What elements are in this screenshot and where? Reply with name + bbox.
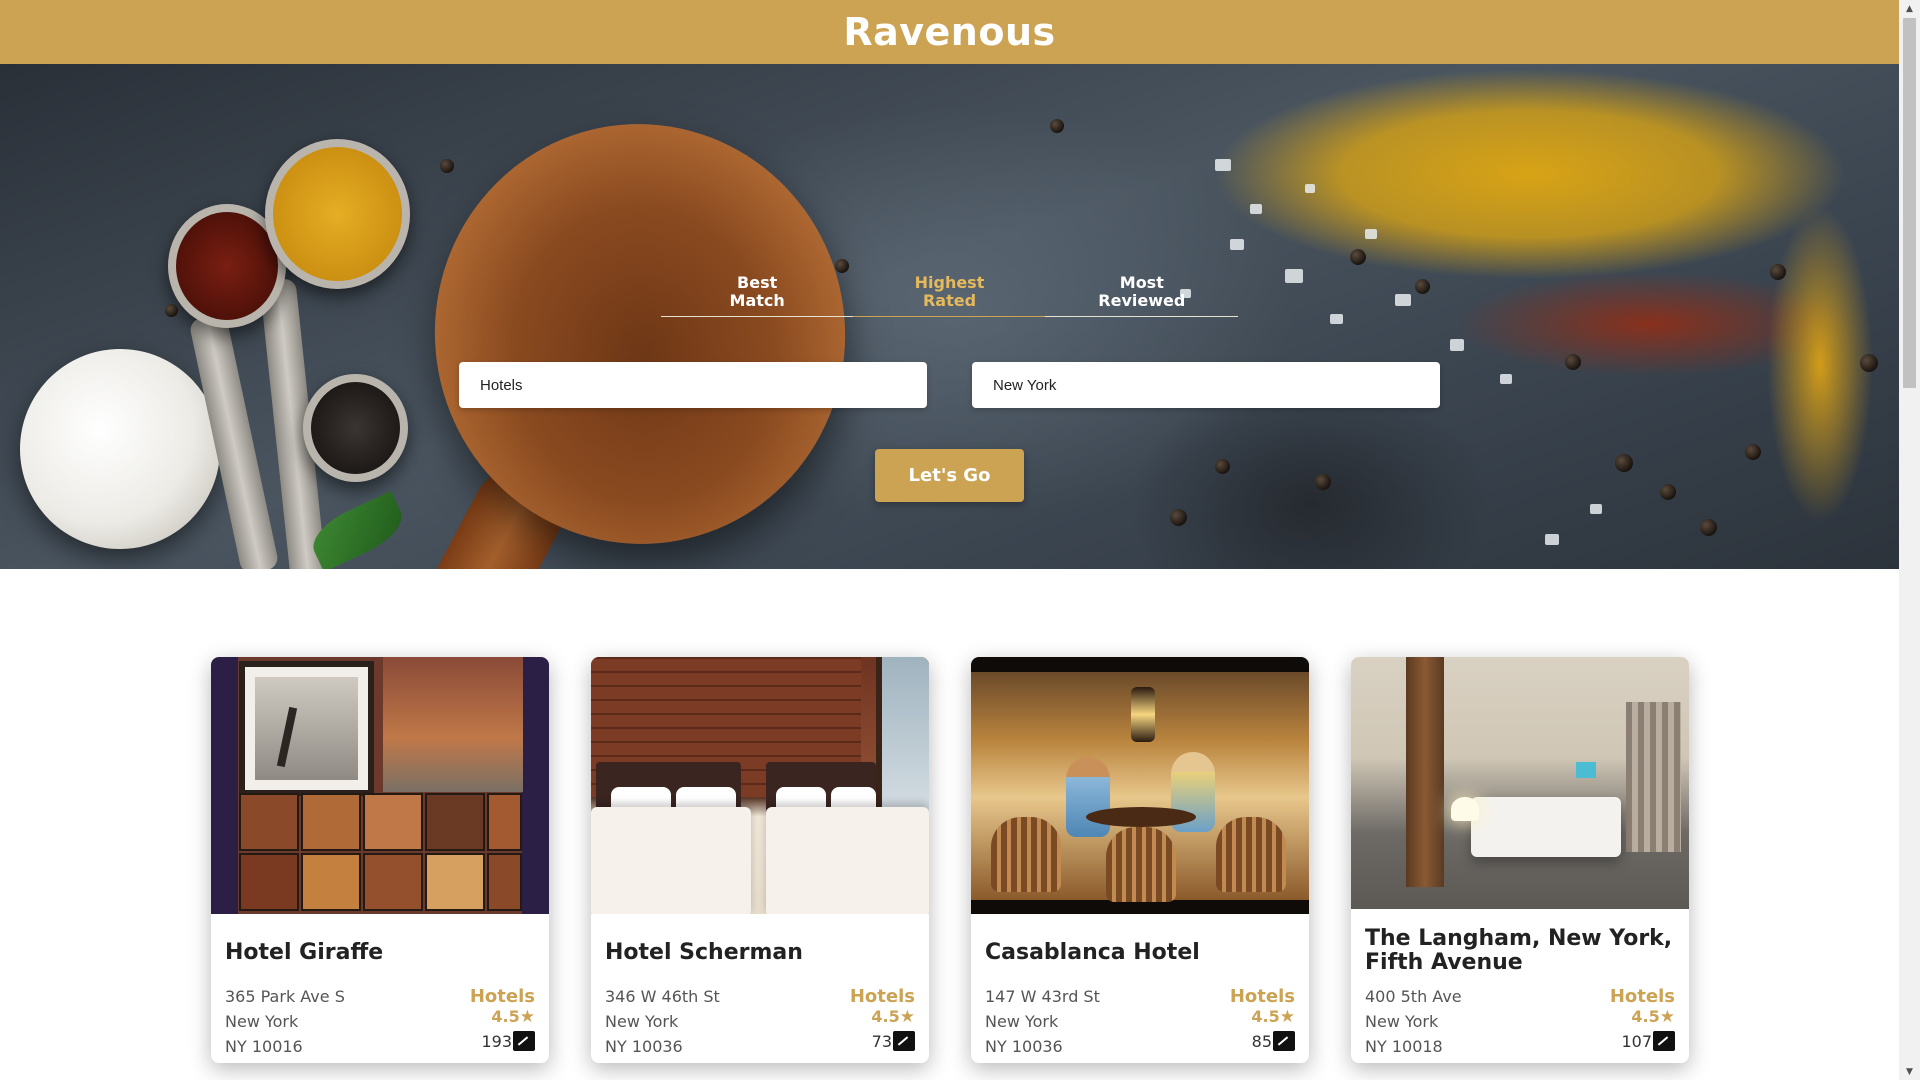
business-address: 365 Park Ave S New York NY 10016: [225, 984, 345, 1059]
tab-highest-rated-label-line1: Highest: [914, 273, 985, 292]
tab-highest-rated[interactable]: Highest Rated: [853, 272, 1045, 316]
scroll-down-arrow-icon[interactable]: ▼: [1899, 1063, 1920, 1080]
business-name: Hotel Scherman: [605, 940, 803, 965]
scroll-up-arrow-icon[interactable]: ▲: [1899, 0, 1920, 17]
top-bar: Ravenous: [0, 0, 1899, 64]
sort-options: Best Match Highest Rated Most Reviewed: [661, 272, 1238, 317]
page-scrollbar[interactable]: ▲ ▼: [1899, 0, 1920, 1080]
address-state-zip: NY 10036: [605, 1037, 683, 1056]
review-icon: [1273, 1031, 1295, 1051]
business-name: Hotel Giraffe: [225, 940, 384, 965]
business-rating: 4.5★: [850, 1007, 915, 1027]
star-icon: ★: [519, 1007, 535, 1027]
business-card[interactable]: Hotel Scherman 346 W 46th St New York NY…: [591, 657, 929, 1063]
business-meta: Hotels 4.5★ 107: [1610, 986, 1675, 1051]
business-address: 346 W 46th St New York NY 10036: [605, 984, 720, 1059]
address-street: 400 5th Ave: [1365, 987, 1462, 1006]
address-city: New York: [1365, 1012, 1439, 1031]
search-hero: Best Match Highest Rated Most Reviewed L…: [0, 64, 1899, 569]
address-state-zip: NY 10036: [985, 1037, 1063, 1056]
business-card[interactable]: Hotel Giraffe 365 Park Ave S New York NY…: [211, 657, 549, 1063]
address-street: 346 W 46th St: [605, 987, 720, 1006]
star-icon: ★: [1279, 1007, 1295, 1027]
business-rating: 4.5★: [470, 1007, 535, 1027]
rating-value: 4.5: [1631, 1007, 1660, 1026]
business-category: Hotels: [1609, 986, 1675, 1007]
business-name: Casablanca Hotel: [985, 940, 1200, 965]
business-card[interactable]: The Langham, New York, Fifth Avenue 400 …: [1351, 657, 1689, 1063]
address-city: New York: [225, 1012, 299, 1031]
business-meta: Hotels 4.5★ 85: [1230, 986, 1295, 1051]
business-category: Hotels: [1229, 986, 1295, 1007]
review-icon: [513, 1031, 535, 1051]
business-photo: [591, 657, 929, 914]
brand-title: Ravenous: [843, 10, 1056, 54]
tab-most-reviewed-label-line1: Most: [1119, 273, 1164, 292]
business-category: Hotels: [849, 986, 915, 1007]
turmeric-spoon: [265, 139, 410, 289]
address-street: 147 W 43rd St: [985, 987, 1100, 1006]
business-rating: 4.5★: [1230, 1007, 1295, 1027]
business-category: Hotels: [469, 986, 535, 1007]
tab-best-match-label-line1: Best: [737, 273, 778, 292]
peppercorn-spoon: [303, 374, 408, 482]
address-state-zip: NY 10018: [1365, 1037, 1443, 1056]
tab-most-reviewed[interactable]: Most Reviewed: [1046, 272, 1238, 316]
business-name: The Langham, New York, Fifth Avenue: [1365, 926, 1673, 975]
tab-best-match[interactable]: Best Match: [661, 272, 853, 316]
business-meta: Hotels 4.5★ 73: [850, 986, 915, 1051]
review-icon: [893, 1031, 915, 1051]
star-icon: ★: [899, 1007, 915, 1027]
active-tab-underline: [853, 316, 1045, 317]
tab-most-reviewed-label-line2: Reviewed: [1098, 291, 1186, 310]
lets-go-button[interactable]: Let's Go: [875, 449, 1024, 502]
tab-best-match-label-line2: Match: [729, 291, 785, 310]
review-icon: [1653, 1031, 1675, 1051]
star-icon: ★: [1659, 1007, 1675, 1027]
rating-value: 4.5: [871, 1007, 900, 1026]
address-city: New York: [605, 1012, 679, 1031]
rating-value: 4.5: [1251, 1007, 1280, 1026]
address-state-zip: NY 10016: [225, 1037, 303, 1056]
business-card[interactable]: Casablanca Hotel 147 W 43rd St New York …: [971, 657, 1309, 1063]
rating-value: 4.5: [491, 1007, 520, 1026]
business-list: Hotel Giraffe 365 Park Ave S New York NY…: [0, 657, 1899, 1080]
business-photo: [971, 657, 1309, 914]
business-reviews: 85: [1230, 1031, 1295, 1051]
location-input[interactable]: [972, 362, 1440, 408]
business-address: 147 W 43rd St New York NY 10036: [985, 984, 1100, 1059]
business-photo: [211, 657, 549, 914]
business-reviews: 73: [850, 1031, 915, 1051]
business-reviews: 107: [1610, 1031, 1675, 1051]
business-photo: [1351, 657, 1689, 909]
review-count: 73: [871, 1031, 892, 1051]
review-count: 85: [1251, 1031, 1272, 1051]
address-street: 365 Park Ave S: [225, 987, 345, 1006]
search-term-input[interactable]: [459, 362, 927, 408]
garlic-illustration: [20, 349, 220, 549]
business-reviews: 193: [470, 1031, 535, 1051]
review-count: 193: [481, 1031, 512, 1051]
tab-highest-rated-label-line2: Rated: [922, 291, 977, 310]
business-rating: 4.5★: [1610, 1007, 1675, 1027]
business-meta: Hotels 4.5★ 193: [470, 986, 535, 1051]
review-count: 107: [1621, 1031, 1652, 1051]
address-city: New York: [985, 1012, 1059, 1031]
business-address: 400 5th Ave New York NY 10018: [1365, 984, 1462, 1059]
scrollbar-thumb[interactable]: [1903, 18, 1916, 388]
